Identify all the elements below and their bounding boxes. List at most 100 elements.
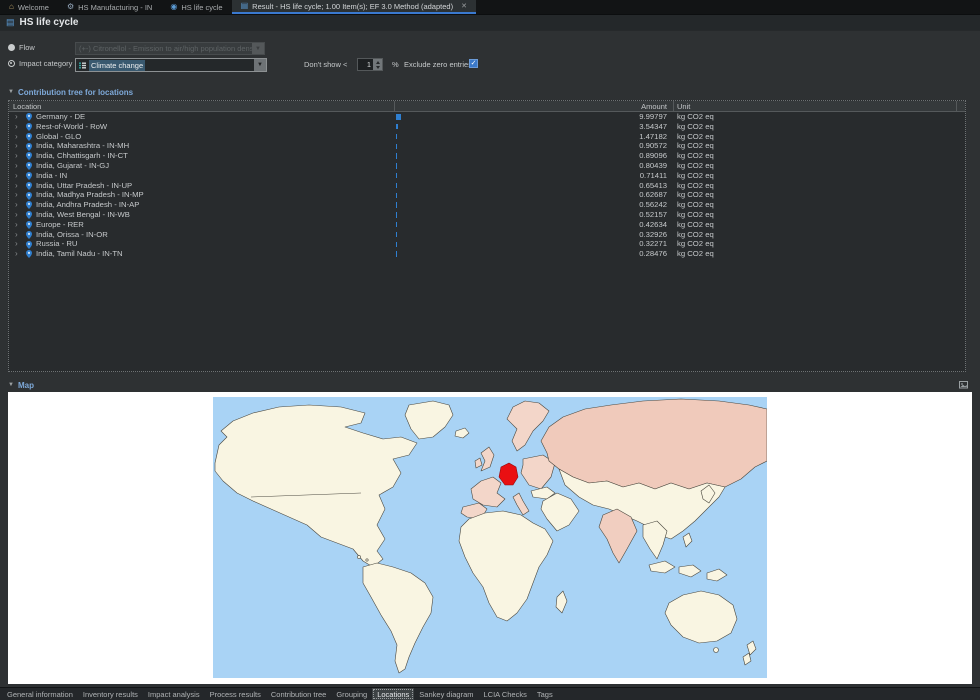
- location-label: India, Andhra Pradesh - IN-AP: [36, 200, 139, 210]
- cutoff-value[interactable]: 1: [358, 59, 373, 70]
- bottom-tab-general-information[interactable]: General information: [2, 688, 78, 700]
- table-body: › Germany - DE 9.99797 kg CO2 eq › Rest-…: [9, 112, 965, 259]
- expand-chevron-icon[interactable]: ›: [15, 220, 18, 230]
- location-label: India, Madhya Pradesh - IN-MP: [36, 190, 144, 200]
- bottom-tab-inventory-results[interactable]: Inventory results: [78, 688, 143, 700]
- amount-value: 0.80439: [409, 161, 667, 171]
- location-label: India, Orissa - IN-OR: [36, 230, 108, 240]
- unit-label: kg CO2 eq: [677, 210, 714, 220]
- table-row[interactable]: › India, West Bengal - IN-WB 0.52157 kg …: [9, 210, 965, 220]
- contribution-bar: [396, 124, 398, 129]
- amount-value: 3.54347: [409, 122, 667, 132]
- column-header-unit[interactable]: Unit: [677, 101, 690, 112]
- amount-value: 0.65413: [409, 181, 667, 191]
- expand-chevron-icon[interactable]: ›: [15, 200, 18, 210]
- location-label: India, West Bengal - IN-WB: [36, 210, 130, 220]
- table-row[interactable]: › Global - GLO 1.47182 kg CO2 eq: [9, 132, 965, 142]
- table-row[interactable]: › Germany - DE 9.99797 kg CO2 eq: [9, 112, 965, 122]
- editor-tab[interactable]: ▤ Result - HS life cycle; 1.00 Item(s); …: [232, 0, 476, 14]
- expand-chevron-icon[interactable]: ›: [15, 171, 18, 181]
- export-map-image-icon[interactable]: [959, 380, 968, 389]
- flow-combo-value: (+-) Citronellol - Emission to air/high …: [76, 43, 252, 54]
- expand-chevron-icon[interactable]: ›: [15, 239, 18, 249]
- table-row[interactable]: › Europe - RER 0.42634 kg CO2 eq: [9, 220, 965, 230]
- expand-chevron-icon[interactable]: ›: [15, 249, 18, 259]
- bottom-tab-grouping[interactable]: Grouping: [331, 688, 372, 700]
- table-row[interactable]: › India, Orissa - IN-OR 0.32926 kg CO2 e…: [9, 230, 965, 240]
- table-row[interactable]: › India, Madhya Pradesh - IN-MP 0.62687 …: [9, 190, 965, 200]
- amount-value: 0.90572: [409, 141, 667, 151]
- expand-chevron-icon[interactable]: ›: [15, 132, 18, 142]
- map-region-russia: [541, 399, 767, 489]
- collapse-triangle-icon[interactable]: ▼: [8, 382, 14, 388]
- collapse-triangle-icon[interactable]: ▼: [8, 89, 14, 95]
- impact-combo-arrow-icon[interactable]: ▼: [254, 59, 266, 71]
- bottom-tab-label: Tags: [537, 690, 553, 699]
- amount-value: 0.32271: [409, 239, 667, 249]
- table-row[interactable]: › India, Andhra Pradesh - IN-AP 0.56242 …: [9, 200, 965, 210]
- editor-tab[interactable]: ◉ HS life cycle: [161, 0, 231, 14]
- expand-chevron-icon[interactable]: ›: [15, 161, 18, 171]
- cutoff-spinner[interactable]: 1: [357, 58, 383, 71]
- location-pin-icon: [26, 123, 32, 131]
- tab-close-icon[interactable]: ✕: [461, 2, 467, 10]
- table-row[interactable]: › Russia - RU 0.32271 kg CO2 eq: [9, 239, 965, 249]
- bottom-tab-process-results[interactable]: Process results: [205, 688, 266, 700]
- tree-section-header[interactable]: ▼ Contribution tree for locations: [0, 86, 980, 98]
- expand-chevron-icon[interactable]: ›: [15, 112, 18, 122]
- editor-tab[interactable]: ⚙ HS Manufacturing - IN: [58, 0, 161, 14]
- expand-chevron-icon[interactable]: ›: [15, 190, 18, 200]
- location-label: Global - GLO: [36, 132, 81, 142]
- bottom-tab-label: Grouping: [336, 690, 367, 699]
- location-pin-icon: [26, 113, 32, 121]
- location-pin-icon: [26, 133, 32, 141]
- spinner-down-icon[interactable]: [373, 65, 382, 71]
- contribution-tree-table: Location Amount Unit › Germany - DE 9.99…: [8, 100, 966, 372]
- unit-label: kg CO2 eq: [677, 171, 714, 181]
- bottom-tab-label: Locations: [377, 690, 409, 699]
- bottom-tab-tags[interactable]: Tags: [532, 688, 558, 700]
- expand-chevron-icon[interactable]: ›: [15, 151, 18, 161]
- expand-chevron-icon[interactable]: ›: [15, 210, 18, 220]
- table-row[interactable]: › India, Uttar Pradesh - IN-UP 0.65413 k…: [9, 181, 965, 191]
- bottom-tab-lcia-checks[interactable]: LCIA Checks: [479, 688, 532, 700]
- bottom-tab-impact-analysis[interactable]: Impact analysis: [143, 688, 205, 700]
- bottom-tab-bar: General information Inventory results Im…: [0, 687, 980, 700]
- expand-chevron-icon[interactable]: ›: [15, 230, 18, 240]
- impact-category-radio[interactable]: [8, 60, 15, 67]
- bottom-tab-sankey-diagram[interactable]: Sankey diagram: [414, 688, 478, 700]
- flow-combo: (+-) Citronellol - Emission to air/high …: [75, 42, 265, 55]
- flow-radio[interactable]: [8, 44, 15, 51]
- location-label: India, Chhattisgarh - IN-CT: [36, 151, 128, 161]
- table-row[interactable]: › India - IN 0.71411 kg CO2 eq: [9, 171, 965, 181]
- exclude-zero-label: Exclude zero entries: [404, 60, 472, 69]
- expand-chevron-icon[interactable]: ›: [15, 122, 18, 132]
- unit-label: kg CO2 eq: [677, 122, 714, 132]
- contribution-bar: [396, 222, 397, 227]
- world-map-panel[interactable]: [8, 392, 972, 684]
- location-pin-icon: [26, 143, 32, 151]
- map-region-caribbean: [357, 555, 360, 558]
- product-system-icon: ◉: [170, 3, 177, 11]
- table-row[interactable]: › India, Tamil Nadu - IN-TN 0.28476 kg C…: [9, 249, 965, 259]
- exclude-zero-checkbox[interactable]: ✓: [469, 59, 478, 68]
- location-label: India, Gujarat - IN-GJ: [36, 161, 109, 171]
- map-section-header[interactable]: ▼ Map: [0, 379, 980, 391]
- location-pin-icon: [26, 162, 32, 170]
- column-header-amount[interactable]: Amount: [409, 101, 667, 112]
- column-header-location[interactable]: Location: [13, 101, 41, 112]
- expand-chevron-icon[interactable]: ›: [15, 181, 18, 191]
- editor-tab[interactable]: ⌂ Welcome: [0, 0, 58, 14]
- table-row[interactable]: › India, Maharashtra - IN-MH 0.90572 kg …: [9, 141, 965, 151]
- impact-category-combo[interactable]: Climate change ▼: [75, 58, 267, 72]
- location-label: India, Uttar Pradesh - IN-UP: [36, 181, 132, 191]
- bottom-tab-locations[interactable]: Locations: [372, 688, 414, 700]
- location-pin-icon: [26, 172, 32, 180]
- result-icon: ▤: [6, 18, 15, 27]
- expand-chevron-icon[interactable]: ›: [15, 141, 18, 151]
- bottom-tab-contribution-tree[interactable]: Contribution tree: [266, 688, 331, 700]
- table-row[interactable]: › Rest-of-World - RoW 3.54347 kg CO2 eq: [9, 122, 965, 132]
- table-row[interactable]: › India, Chhattisgarh - IN-CT 0.89096 kg…: [9, 151, 965, 161]
- contribution-bar: [396, 251, 397, 256]
- table-row[interactable]: › India, Gujarat - IN-GJ 0.80439 kg CO2 …: [9, 161, 965, 171]
